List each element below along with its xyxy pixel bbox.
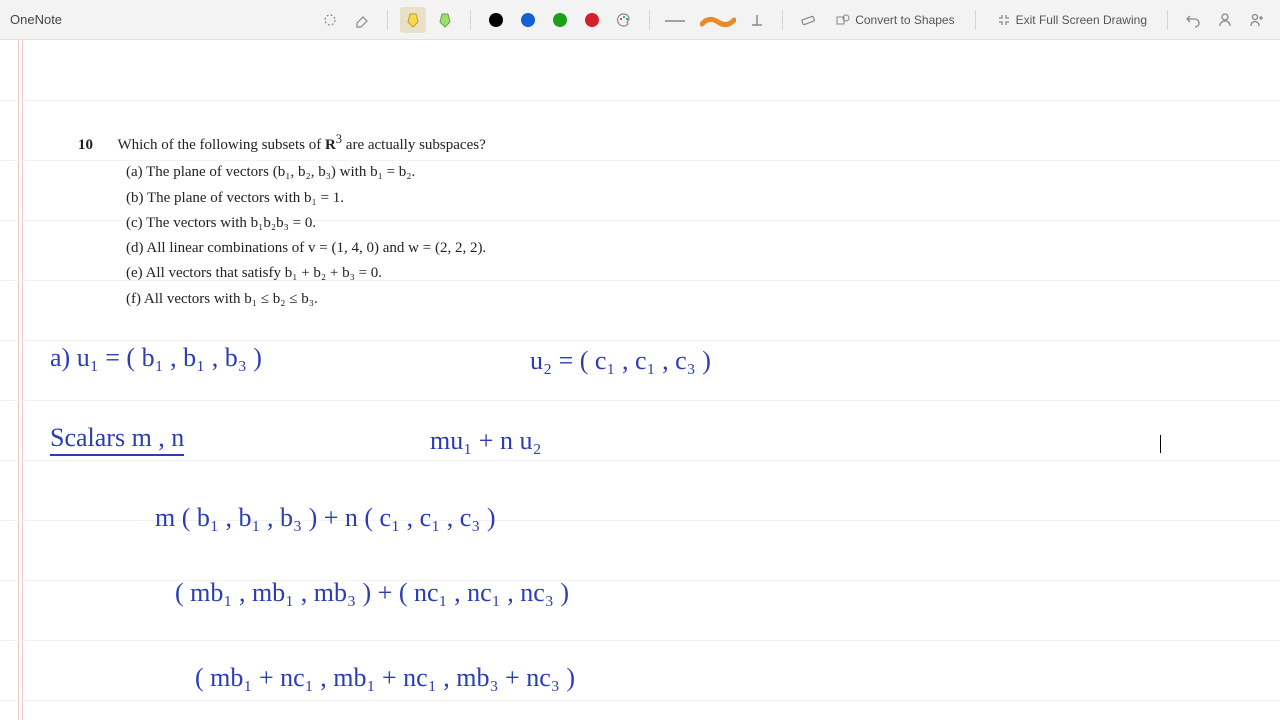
color-red-button[interactable] [579,7,605,33]
handwriting-line: Scalars m , n [50,425,184,451]
toolbar: OneNote [0,0,1280,40]
lasso-icon [322,12,338,28]
highlighter-green-icon [437,12,453,28]
shapes-icon [835,12,851,28]
handwriting-line: ( mb₁ , mb₁ , mb₃ ) + ( nc₁ , nc₁ , nc₃ … [175,580,569,606]
color-black-button[interactable] [483,7,509,33]
person-icon [1217,12,1233,28]
rule-line [0,340,1280,341]
palette-icon [616,12,632,28]
eraser-button[interactable] [349,7,375,33]
separator [387,10,388,30]
color-picker-button[interactable] [611,7,637,33]
person-plus-icon [1249,12,1265,28]
option-c: (c) The vectors with b₁b₂b₃ = 0. [126,212,838,235]
separator [470,10,471,30]
ruler-button[interactable] [795,7,821,33]
rule-line [0,640,1280,641]
exit-label: Exit Full Screen Drawing [1016,13,1147,27]
separator [1167,10,1168,30]
squiggle-icon [700,15,732,25]
handwriting-line: a) u₁ = ( b₁ , b₁ , b₃ ) [50,345,262,371]
share-button[interactable] [1244,7,1270,33]
color-green-icon [553,13,567,27]
separator [975,10,976,30]
handwriting-line: ( mb₁ + nc₁ , mb₁ + nc₁ , mb₃ + nc₃ ) [195,665,575,691]
problem-text: 10 Which of the following subsets of R3 … [78,130,838,311]
option-b: (b) The plane of vectors with b₁ = 1. [126,187,838,210]
option-d: (d) All linear combinations of v = (1, 4… [126,237,838,260]
app-title: OneNote [10,12,62,27]
rule-line [0,400,1280,401]
collapse-icon [996,12,1012,28]
margin-rule [22,40,23,720]
highlighter-yellow-icon [405,12,421,28]
highlighter-yellow-button[interactable] [400,7,426,33]
color-red-icon [585,13,599,27]
handwriting-line: u₂ = ( c₁ , c₁ , c₃ ) [530,348,711,374]
tool-group: Convert to Shapes Exit Full Screen Drawi… [317,7,1270,33]
convert-label: Convert to Shapes [855,13,954,27]
stem-b: are actually subspaces? [342,137,486,153]
scalars-underline: Scalars m , n [50,423,184,456]
account-button[interactable] [1212,7,1238,33]
undo-button[interactable] [1180,7,1206,33]
handwriting-line: mu₁ + n u₂ [430,428,542,454]
option-f: (f) All vectors with b₁ ≤ b₂ ≤ b₃. [126,288,838,311]
plus-stroke-button[interactable] [744,7,770,33]
exit-fullscreen-button[interactable]: Exit Full Screen Drawing [988,7,1155,33]
question-number: 10 [78,134,114,157]
thin-pen-button[interactable] [662,7,688,33]
plus-line-icon [749,12,765,28]
option-a: (a) The plane of vectors (b₁, b₂, b₃) wi… [126,161,838,184]
thin-line-icon [665,11,685,29]
handwriting-line: m ( b₁ , b₁ , b₃ ) + n ( c₁ , c₁ , c₃ ) [155,505,496,531]
thick-pen-button[interactable] [694,7,738,33]
undo-icon [1185,12,1201,28]
convert-to-shapes-button[interactable]: Convert to Shapes [827,7,962,33]
text-cursor [1160,435,1161,453]
stem-a: Which of the following subsets of [117,137,324,153]
separator [649,10,650,30]
option-e: (e) All vectors that satisfy b₁ + b₂ + b… [126,262,838,285]
highlighter-green-button[interactable] [432,7,458,33]
rule-line [0,100,1280,101]
ruler-icon [800,12,816,28]
color-green-button[interactable] [547,7,573,33]
options: (a) The plane of vectors (b₁, b₂, b₃) wi… [126,161,838,311]
drawing-canvas[interactable]: 10 Which of the following subsets of R3 … [0,40,1280,720]
margin-rule [18,40,19,720]
rule-line [0,700,1280,701]
color-black-icon [489,13,503,27]
lasso-select-button[interactable] [317,7,343,33]
rule-line [0,460,1280,461]
separator [782,10,783,30]
eraser-icon [354,12,370,28]
color-blue-button[interactable] [515,7,541,33]
color-blue-icon [521,13,535,27]
problem-stem: 10 Which of the following subsets of R3 … [78,130,838,157]
